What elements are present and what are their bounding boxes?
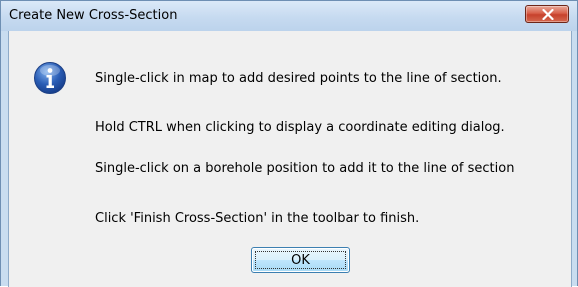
message-line-1: Single-click in map to add desired point… xyxy=(95,71,502,86)
message-line-3: Single-click on a borehole position to a… xyxy=(95,161,515,176)
information-icon xyxy=(34,62,66,94)
dialog-window: Create New Cross-Section Single-click in… xyxy=(0,0,578,287)
ok-button[interactable]: OK xyxy=(251,247,350,273)
close-button[interactable] xyxy=(525,5,569,23)
close-x-icon xyxy=(542,9,554,20)
message-line-2: Hold CTRL when clicking to display a coo… xyxy=(95,120,505,135)
message-line-4: Click 'Finish Cross-Section' in the tool… xyxy=(95,211,420,226)
title-bar[interactable]: Create New Cross-Section xyxy=(1,1,577,31)
window-title: Create New Cross-Section xyxy=(9,8,178,23)
ok-button-label: OK xyxy=(255,251,346,269)
